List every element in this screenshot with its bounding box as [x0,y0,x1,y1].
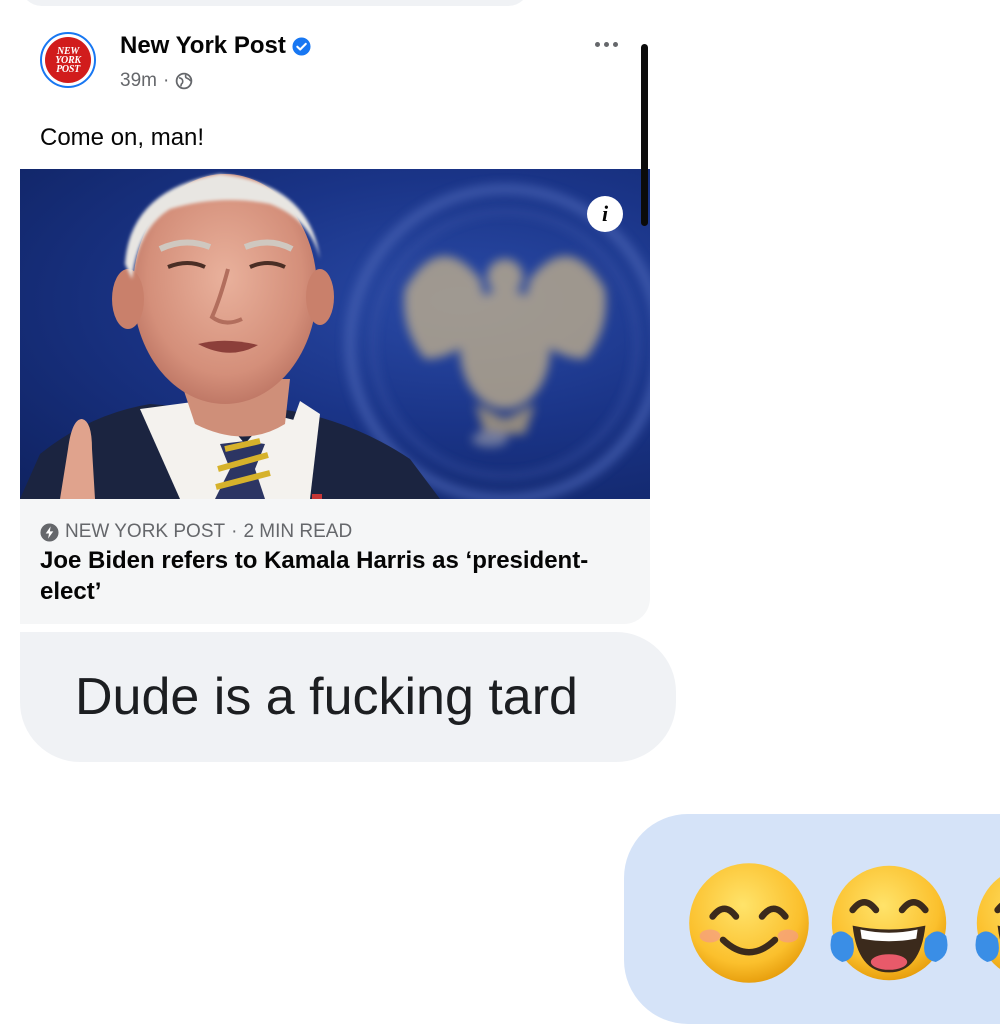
instant-article-bolt-icon [40,522,59,542]
sent-message-bubble[interactable] [624,814,1000,1024]
post-time[interactable]: 39m [120,70,157,92]
page-avatar[interactable]: NEW YORK POST [40,32,96,88]
page-name[interactable]: New York Post [120,32,311,60]
received-message-text: Dude is a fucking tard [75,668,578,726]
globe-icon [176,72,193,90]
nypost-logo: NEW YORK POST [45,37,91,83]
post-header: NEW YORK POST New York Post 39m · [20,18,650,118]
post-meta: 39m · [120,70,193,92]
source-separator: · [231,521,238,542]
link-source-line: NEW YORK POST · 2 MIN READ [40,521,352,543]
smiling-face-emoji-icon [689,863,809,983]
link-headline[interactable]: Joe Biden refers to Kamala Harris as ‘pr… [40,545,600,607]
link-preview[interactable]: NEW YORK POST · 2 MIN READ Joe Biden ref… [20,499,650,624]
photo-info-icon[interactable]: i [587,196,623,232]
tears-of-joy-emoji-icon [830,865,948,981]
scrollbar[interactable] [641,44,648,226]
read-time: 2 MIN READ [243,521,353,542]
shared-post-card[interactable]: NEW YORK POST New York Post 39m · Come o… [20,18,650,624]
previous-message-bubble [20,0,530,6]
post-photo[interactable] [20,169,650,499]
page-name-label[interactable]: New York Post [120,32,286,60]
link-source: NEW YORK POST [65,521,226,542]
post-caption: Come on, man! [40,124,205,151]
tears-of-joy-emoji-icon [975,877,1000,969]
more-options-icon[interactable] [588,34,624,54]
meta-separator: · [162,70,170,91]
verified-badge-icon [292,36,311,56]
photo-illustration [20,174,650,499]
received-message-bubble[interactable]: Dude is a fucking tard [20,632,676,762]
